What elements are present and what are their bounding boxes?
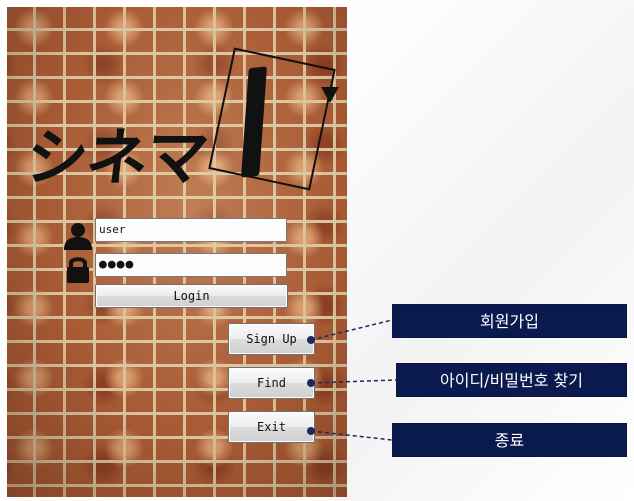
- find-account-button[interactable]: Find: [228, 367, 315, 399]
- password-input[interactable]: ●●●●: [95, 253, 287, 277]
- app-logo: シネマ: [22, 121, 211, 194]
- user-icon: [64, 223, 92, 250]
- sign-up-button[interactable]: Sign Up: [228, 323, 315, 355]
- username-input[interactable]: user: [95, 218, 287, 242]
- screenshot-root: シネマ user ●●●● Login Sign Up Find Exit 회원…: [0, 0, 634, 501]
- logo-triangle-mark: [321, 87, 339, 103]
- find-annotation: 아이디/비밀번호 찾기: [396, 363, 627, 397]
- find-leader-dot: [307, 379, 315, 387]
- exit-leader-dot: [307, 427, 315, 435]
- exit-button[interactable]: Exit: [228, 411, 315, 443]
- login-button[interactable]: Login: [95, 284, 288, 308]
- login-window: シネマ user ●●●● Login Sign Up Find Exit: [7, 7, 347, 497]
- signup-annotation: 회원가입: [392, 304, 627, 338]
- lock-icon: [67, 257, 89, 283]
- exit-annotation: 종료: [392, 423, 627, 457]
- signup-leader-dot: [307, 336, 315, 344]
